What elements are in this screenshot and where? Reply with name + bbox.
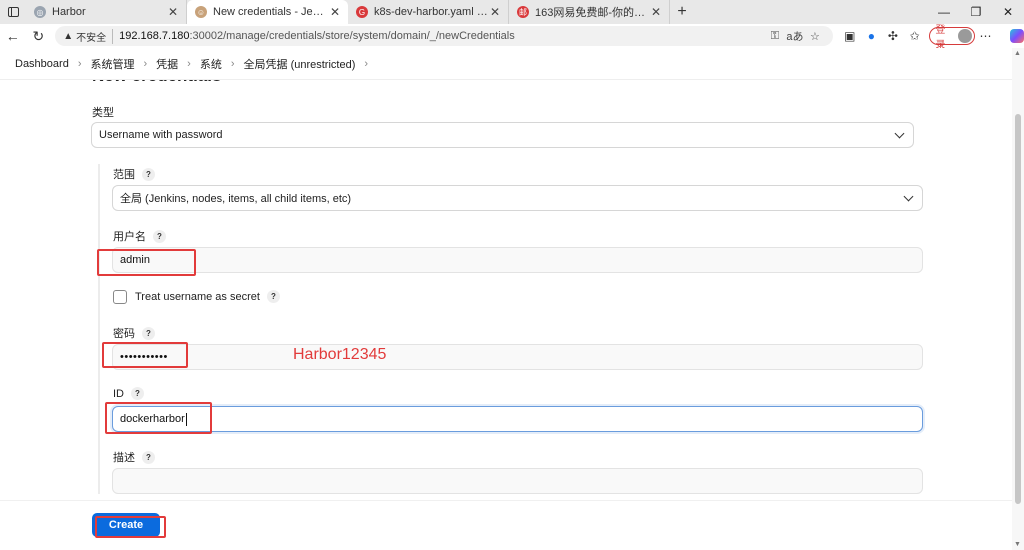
- chevron-right-icon: ›: [77, 57, 82, 70]
- description-input[interactable]: [112, 468, 923, 494]
- id-input-value: dockerharbor: [120, 413, 185, 425]
- warning-icon: ▲: [63, 30, 74, 42]
- kind-select[interactable]: Username with password: [91, 122, 914, 148]
- annotation-password-note: Harbor12345: [293, 346, 387, 363]
- chevron-right-icon: ›: [364, 57, 369, 70]
- scope-label-text: 范围: [113, 169, 135, 181]
- help-icon[interactable]: ?: [142, 450, 155, 464]
- tab-harbor[interactable]: ◎ Harbor ✕: [26, 0, 187, 24]
- treat-username-secret-label: Treat username as secret ?: [135, 290, 280, 303]
- login-button[interactable]: 登录: [929, 25, 975, 51]
- back-arrow-icon[interactable]: ←: [0, 28, 26, 44]
- breadcrumb-credentials[interactable]: 凭据: [156, 56, 178, 72]
- scope-label: 范围 ?: [113, 166, 155, 182]
- read-aloud-icon[interactable]: aあ: [785, 28, 805, 44]
- password-label-text: 密码: [113, 328, 135, 340]
- scope-select[interactable]: 全局 (Jenkins, nodes, items, all child ite…: [112, 185, 923, 211]
- url-text[interactable]: 192.168.7.180:30002/manage/credentials/s…: [119, 30, 765, 42]
- insecure-label: 不安全: [76, 28, 114, 44]
- breadcrumb-manage[interactable]: 系统管理: [91, 56, 135, 72]
- close-icon[interactable]: ✕: [649, 5, 663, 19]
- toolbar-icons: ▣ ● ✣ ✩ 登录 ⋯: [839, 25, 1024, 51]
- chevron-down-icon: [903, 191, 914, 201]
- tab-163-mail[interactable]: 邮 163网易免费邮-你的专业电子邮局 ✕: [509, 0, 670, 24]
- login-label: 登录: [935, 25, 946, 51]
- chevron-right-icon: ›: [187, 57, 191, 70]
- new-tab-icon[interactable]: +: [670, 0, 694, 24]
- treat-username-secret-text: Treat username as secret: [135, 290, 260, 303]
- breadcrumb-dashboard[interactable]: Dashboard: [15, 58, 69, 70]
- treat-username-secret-checkbox[interactable]: [113, 290, 127, 304]
- scroll-down-icon[interactable]: ▼: [1014, 541, 1021, 548]
- create-button[interactable]: Create: [92, 513, 160, 537]
- breadcrumb: Dashboard › 系统管理 › 凭据 › 系统 › 全局凭据 (unres…: [0, 48, 1012, 80]
- url-path: :30002/manage/credentials/store/system/d…: [189, 30, 515, 42]
- help-icon[interactable]: ?: [131, 387, 144, 400]
- jenkins-favicon-icon: ☺: [195, 6, 207, 18]
- window-close-icon[interactable]: ✕: [992, 0, 1024, 24]
- avatar: [957, 29, 972, 43]
- description-label-text: 描述: [113, 452, 135, 464]
- browser-window: ◎ Harbor ✕ ☺ New credentials - Jenkins ✕…: [0, 0, 1024, 550]
- help-icon[interactable]: ?: [266, 290, 280, 303]
- scope-select-value: 全局 (Jenkins, nodes, items, all child ite…: [120, 193, 352, 205]
- nested-group-divider: [98, 164, 100, 494]
- favorite-star-icon[interactable]: ☆: [805, 30, 825, 43]
- address-bar[interactable]: ▲ 不安全 192.168.7.180:30002/manage/credent…: [55, 26, 833, 46]
- breadcrumb-global-domain[interactable]: 全局凭据 (unrestricted): [244, 56, 356, 72]
- gitee-favicon-icon: G: [356, 6, 368, 18]
- chevron-down-icon: [894, 128, 905, 138]
- page-scrollbar[interactable]: ▲ ▼: [1012, 48, 1024, 550]
- password-input-value: •••••••••••: [120, 351, 168, 363]
- id-input[interactable]: dockerharbor: [112, 406, 923, 432]
- page-content: Dashboard › 系统管理 › 凭据 › 系统 › 全局凭据 (unres…: [0, 48, 1024, 550]
- password-label: 密码 ?: [113, 325, 155, 341]
- help-icon[interactable]: ?: [142, 167, 155, 181]
- username-input[interactable]: admin: [112, 247, 923, 273]
- url-host: 192.168.7.180: [119, 30, 190, 42]
- username-label-text: 用户名: [113, 231, 146, 243]
- username-input-value: admin: [120, 254, 150, 266]
- browser-toolbar: ← ↻ ▲ 不安全 192.168.7.180:30002/manage/cre…: [0, 24, 1024, 51]
- favorites-icon[interactable]: ✩: [904, 29, 926, 43]
- reload-icon[interactable]: ↻: [26, 28, 52, 45]
- tab-actions-icon[interactable]: [0, 0, 26, 24]
- extensions-icon[interactable]: ✣: [882, 29, 904, 43]
- copilot-icon[interactable]: [1010, 29, 1024, 43]
- username-label: 用户名 ?: [113, 228, 166, 244]
- key-icon[interactable]: ⚿: [765, 30, 785, 43]
- help-icon[interactable]: ?: [153, 229, 166, 243]
- chevron-right-icon: ›: [230, 57, 235, 70]
- tab-title: k8s-dev-harbor.yaml - Lemon/jen: [374, 6, 488, 18]
- more-menu-icon[interactable]: ⋯: [975, 29, 997, 43]
- split-screen-icon[interactable]: ▣: [839, 29, 861, 43]
- tab-gitee-yaml[interactable]: G k8s-dev-harbor.yaml - Lemon/jen ✕: [348, 0, 509, 24]
- help-icon[interactable]: ?: [142, 326, 155, 340]
- tab-title: New credentials - Jenkins: [213, 6, 328, 18]
- kind-label-text: 类型: [92, 107, 114, 119]
- breadcrumb-system[interactable]: 系统: [200, 56, 222, 72]
- kind-label: 类型: [92, 104, 114, 120]
- password-input[interactable]: •••••••••••: [112, 344, 923, 370]
- id-label: ID ?: [113, 387, 144, 400]
- tab-title: 163网易免费邮-你的专业电子邮局: [535, 7, 649, 19]
- tab-strip: ◎ Harbor ✕ ☺ New credentials - Jenkins ✕…: [0, 0, 1024, 24]
- extension-blue-icon[interactable]: ●: [861, 29, 883, 43]
- scroll-up-icon[interactable]: ▲: [1014, 50, 1021, 57]
- restore-icon[interactable]: ❐: [960, 0, 992, 24]
- description-label: 描述 ?: [113, 449, 155, 465]
- mail163-favicon-icon: 邮: [517, 6, 529, 18]
- chevron-right-icon: ›: [143, 57, 148, 70]
- text-caret: [185, 412, 187, 426]
- harbor-favicon-icon: ◎: [34, 6, 46, 18]
- close-icon[interactable]: ✕: [166, 5, 180, 19]
- tab-new-credentials[interactable]: ☺ New credentials - Jenkins ✕: [187, 0, 348, 24]
- close-icon[interactable]: ✕: [488, 5, 502, 19]
- tab-title: Harbor: [52, 6, 86, 18]
- close-icon[interactable]: ✕: [328, 5, 342, 19]
- id-label-text: ID: [113, 387, 124, 400]
- kind-select-value: Username with password: [99, 129, 223, 141]
- scrollbar-thumb[interactable]: [1015, 114, 1021, 504]
